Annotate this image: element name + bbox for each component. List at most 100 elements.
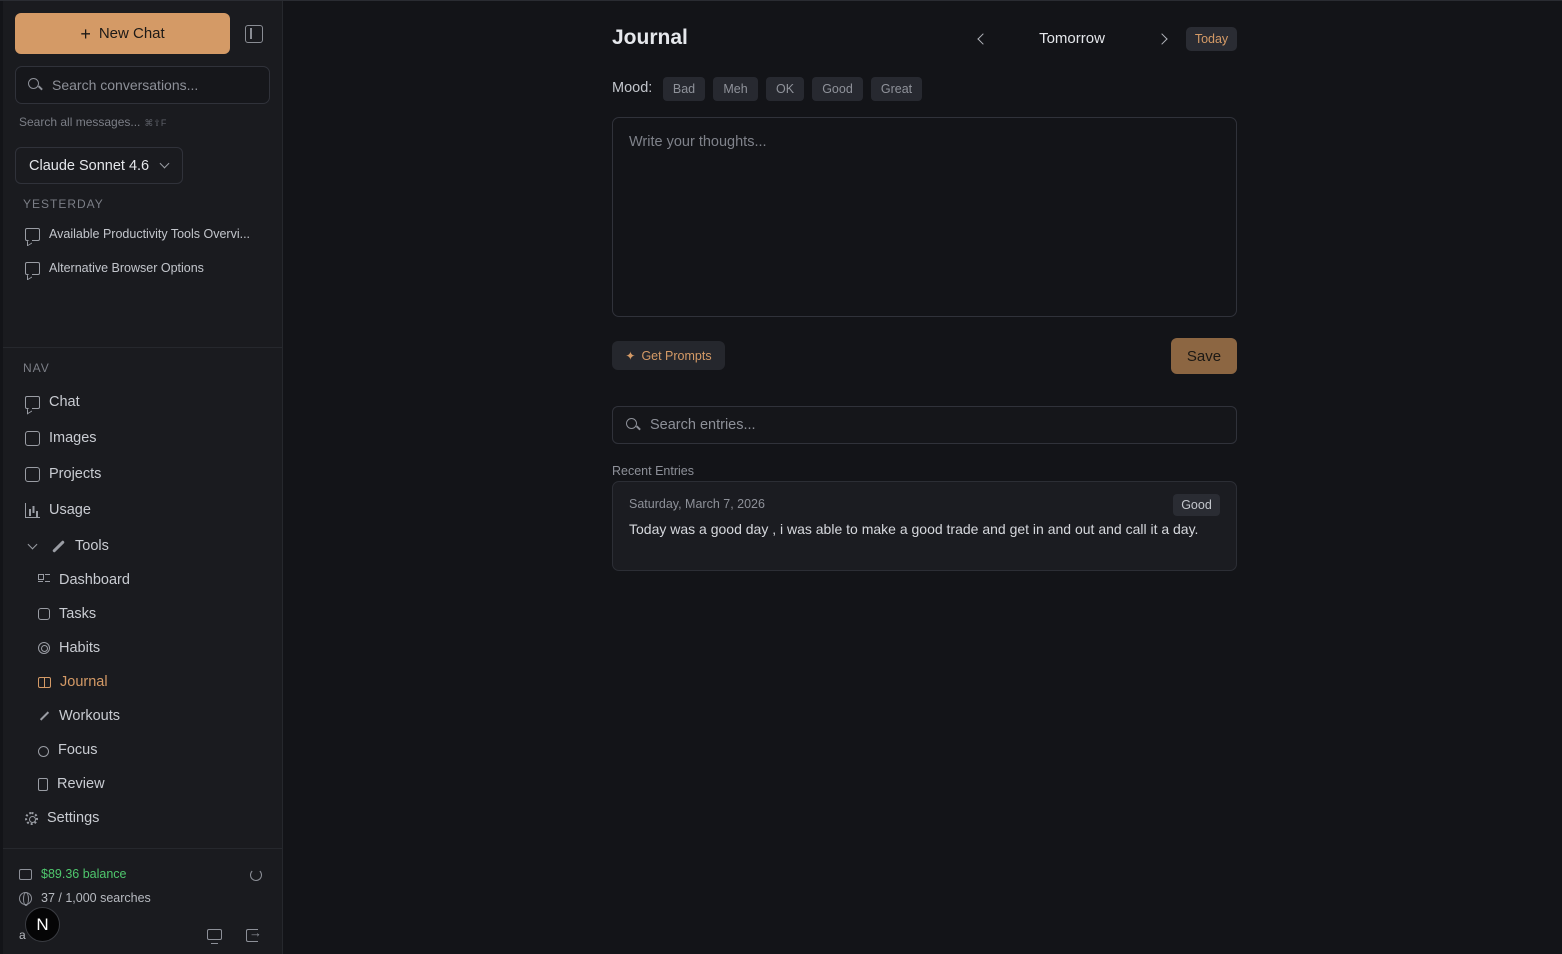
nav-item-settings[interactable]: Settings bbox=[25, 805, 99, 831]
nav-item-usage[interactable]: Usage bbox=[25, 497, 91, 523]
nav-label: Habits bbox=[59, 640, 101, 656]
search-all-messages-link[interactable]: Search all messages... ⌘⇧F bbox=[19, 115, 166, 129]
nav-item-projects[interactable]: Projects bbox=[25, 461, 101, 487]
today-button[interactable]: Today bbox=[1186, 27, 1237, 51]
history-section-label: YESTERDAY bbox=[23, 197, 104, 211]
plus-icon: + bbox=[80, 23, 91, 44]
collapse-sidebar-icon[interactable] bbox=[245, 25, 263, 43]
chat-bubble-icon bbox=[25, 261, 40, 275]
journal-entry-card[interactable]: Saturday, March 7, 2026 Good Today was a… bbox=[612, 481, 1237, 571]
nav-item-images[interactable]: Images bbox=[25, 425, 97, 451]
new-chat-button[interactable]: + New Chat bbox=[15, 13, 230, 54]
sidebar: + New Chat Search conversations... Searc… bbox=[3, 1, 283, 954]
get-prompts-button[interactable]: ✦ Get Prompts bbox=[612, 341, 725, 370]
nav-label: Workouts bbox=[59, 708, 120, 724]
search-entries-placeholder: Search entries... bbox=[650, 417, 756, 433]
nav-label: Tools bbox=[75, 538, 109, 554]
sidebar-divider bbox=[3, 848, 282, 849]
checkbox-icon bbox=[38, 608, 50, 620]
gear-icon bbox=[25, 811, 38, 825]
date-label: Tomorrow bbox=[1039, 30, 1105, 47]
mood-ok-button[interactable]: OK bbox=[766, 77, 804, 101]
mood-meh-button[interactable]: Meh bbox=[713, 77, 758, 101]
chevron-down-icon bbox=[27, 539, 38, 549]
sidebar-divider bbox=[3, 347, 282, 348]
search-quota-text: 37 / 1,000 searches bbox=[41, 891, 151, 905]
search-conversations-input[interactable]: Search conversations... bbox=[15, 66, 270, 104]
nav-label: Settings bbox=[47, 810, 100, 826]
nav-label: Images bbox=[49, 430, 97, 446]
nav-label: Review bbox=[57, 776, 105, 792]
entry-text: Today was a good day , i was able to mak… bbox=[629, 521, 1199, 537]
logout-icon[interactable] bbox=[246, 925, 262, 942]
chat-bubble-icon bbox=[25, 395, 40, 409]
dashboard-icon bbox=[38, 574, 50, 586]
nav-item-review[interactable]: Review bbox=[38, 771, 105, 797]
search-all-label: Search all messages... bbox=[19, 115, 141, 129]
entry-date: Saturday, March 7, 2026 bbox=[629, 497, 765, 511]
mood-good-button[interactable]: Good bbox=[812, 77, 863, 101]
search-icon bbox=[626, 418, 640, 432]
nav-item-tools[interactable]: Tools bbox=[27, 533, 109, 559]
chevron-right-icon[interactable] bbox=[1155, 29, 1173, 49]
page-title: Journal bbox=[612, 26, 688, 49]
new-chat-label: New Chat bbox=[98, 25, 165, 42]
nav-label: Chat bbox=[49, 394, 80, 410]
recent-entries-label: Recent Entries bbox=[612, 464, 694, 478]
conversation-item[interactable]: Alternative Browser Options bbox=[25, 256, 265, 280]
mood-bad-button[interactable]: Bad bbox=[663, 77, 705, 101]
journal-placeholder: Write your thoughts... bbox=[629, 134, 767, 150]
conversation-title: Available Productivity Tools Overvi... bbox=[49, 227, 251, 241]
model-select[interactable]: Claude Sonnet 4.6 bbox=[15, 147, 183, 184]
balance-status: $89.36 balance bbox=[19, 867, 127, 881]
mood-label: Mood: bbox=[612, 80, 653, 96]
search-icon bbox=[28, 78, 42, 92]
bar-chart-icon bbox=[25, 502, 40, 518]
chat-bubble-icon bbox=[25, 227, 40, 241]
wallet-icon bbox=[19, 868, 32, 880]
nav-item-tasks[interactable]: Tasks bbox=[38, 601, 96, 627]
nav-item-workouts[interactable]: Workouts bbox=[38, 703, 120, 729]
conversation-item[interactable]: Available Productivity Tools Overvi... bbox=[25, 222, 265, 246]
avatar[interactable]: N bbox=[25, 907, 60, 942]
dumbbell-icon bbox=[38, 710, 50, 722]
nav-item-journal[interactable]: Journal bbox=[38, 669, 108, 695]
save-button[interactable]: Save bbox=[1171, 338, 1237, 374]
conversation-title: Alternative Browser Options bbox=[49, 261, 204, 275]
nav-item-habits[interactable]: Habits bbox=[38, 635, 100, 661]
nav-item-chat[interactable]: Chat bbox=[25, 389, 80, 415]
target-icon bbox=[38, 642, 50, 654]
nav-label: Dashboard bbox=[59, 572, 130, 588]
mood-great-button[interactable]: Great bbox=[871, 77, 922, 101]
chevron-down-icon bbox=[159, 158, 170, 169]
model-name: Claude Sonnet 4.6 bbox=[29, 157, 150, 174]
document-icon bbox=[38, 777, 48, 791]
balance-text: $89.36 balance bbox=[41, 867, 127, 881]
image-icon bbox=[25, 430, 40, 446]
book-open-icon bbox=[38, 676, 51, 688]
nav-item-dashboard[interactable]: Dashboard bbox=[38, 567, 130, 593]
search-quota: 37 / 1,000 searches bbox=[19, 891, 151, 906]
nav-label: Tasks bbox=[59, 606, 97, 622]
globe-icon bbox=[19, 891, 32, 906]
nav-label: Usage bbox=[49, 502, 91, 518]
nav-label: Projects bbox=[49, 466, 102, 482]
nav-label: Journal bbox=[60, 674, 108, 690]
folder-icon bbox=[25, 466, 40, 482]
avatar-letter: N bbox=[36, 914, 49, 934]
refresh-icon[interactable] bbox=[250, 869, 262, 881]
search-entries-input[interactable]: Search entries... bbox=[612, 406, 1237, 444]
journal-textarea[interactable]: Write your thoughts... bbox=[612, 117, 1237, 317]
nav-item-focus[interactable]: Focus bbox=[38, 737, 98, 763]
sparkles-icon: ✦ bbox=[625, 348, 636, 363]
get-prompts-label: Get Prompts bbox=[641, 348, 712, 363]
entry-mood-badge: Good bbox=[1173, 494, 1220, 516]
timer-icon bbox=[38, 745, 49, 757]
chevron-left-icon[interactable] bbox=[972, 29, 990, 49]
search-all-shortcut: ⌘⇧F bbox=[144, 118, 167, 128]
nav-section-label: NAV bbox=[23, 361, 50, 375]
monitor-icon[interactable] bbox=[207, 929, 222, 944]
user-name: a bbox=[19, 928, 26, 942]
nav-label: Focus bbox=[58, 742, 98, 758]
search-conversations-placeholder: Search conversations... bbox=[52, 77, 199, 93]
